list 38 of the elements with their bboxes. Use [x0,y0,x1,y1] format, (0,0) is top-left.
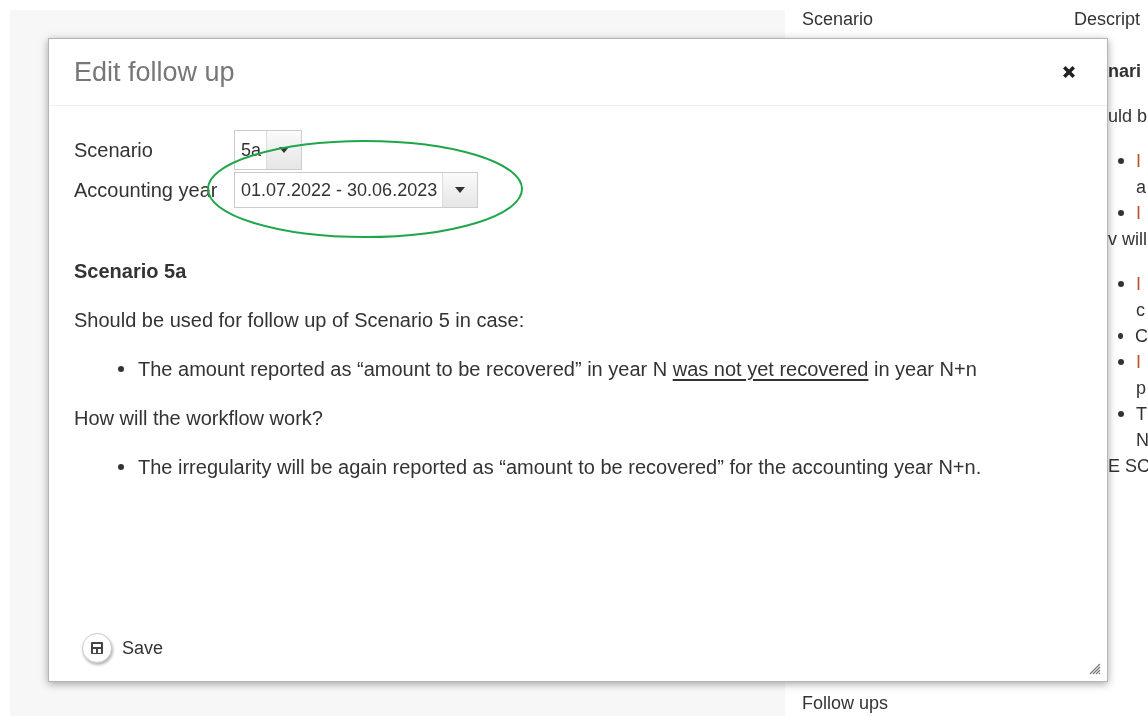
description-text: How will the workflow work? [74,406,323,431]
caret-icon [279,147,290,153]
description-text: I [1136,150,1141,172]
bullet-dot [118,464,124,470]
description-text: The irregularity will be again reported as “amount to be recovered” for the accounting year N+n. [138,455,982,480]
dialog-title: Edit follow up [74,56,235,88]
description-text: C [1135,325,1148,347]
dropdown[interactable]: 01.07.2022 - 30.06.2023 [234,172,479,208]
description-text: nari [1108,60,1141,82]
description-text: The amount reported as “amount to be recovered” in year N was not yet recovered in year N+n [138,357,977,382]
description-text: v will [1108,228,1147,250]
description-text: p [1136,377,1146,399]
description-text: I [1136,351,1141,373]
close-icon[interactable] [1061,64,1077,80]
column-header: Descript [1074,8,1140,30]
description-text: I [1136,202,1141,224]
field-label: Scenario [74,138,154,162]
caret-icon [455,187,466,193]
description-text: T [1136,403,1147,425]
bullet-dot [1118,281,1124,287]
resize-grip-icon[interactable] [1089,663,1101,675]
save-button[interactable]: Save [82,633,164,663]
bullet-dot [1118,411,1124,417]
save-icon [82,633,112,663]
description-text: Scenario 5a [74,259,187,284]
description-text: Should be used for follow up of Scenario 5 in case: [74,308,525,333]
bullet-dot [1118,359,1124,365]
description-text: I [1136,273,1141,295]
bullet-dot [1118,210,1124,216]
section-title: Follow ups [802,692,890,714]
bullet-dot [1118,158,1124,164]
description-text: a [1136,176,1146,198]
description-text: N [1136,429,1148,451]
description-text: uld b [1108,105,1148,127]
bullet-dot [1118,333,1123,339]
description-text: c [1136,299,1145,321]
bullet-dot [118,366,124,372]
column-header: Scenario [802,8,875,30]
